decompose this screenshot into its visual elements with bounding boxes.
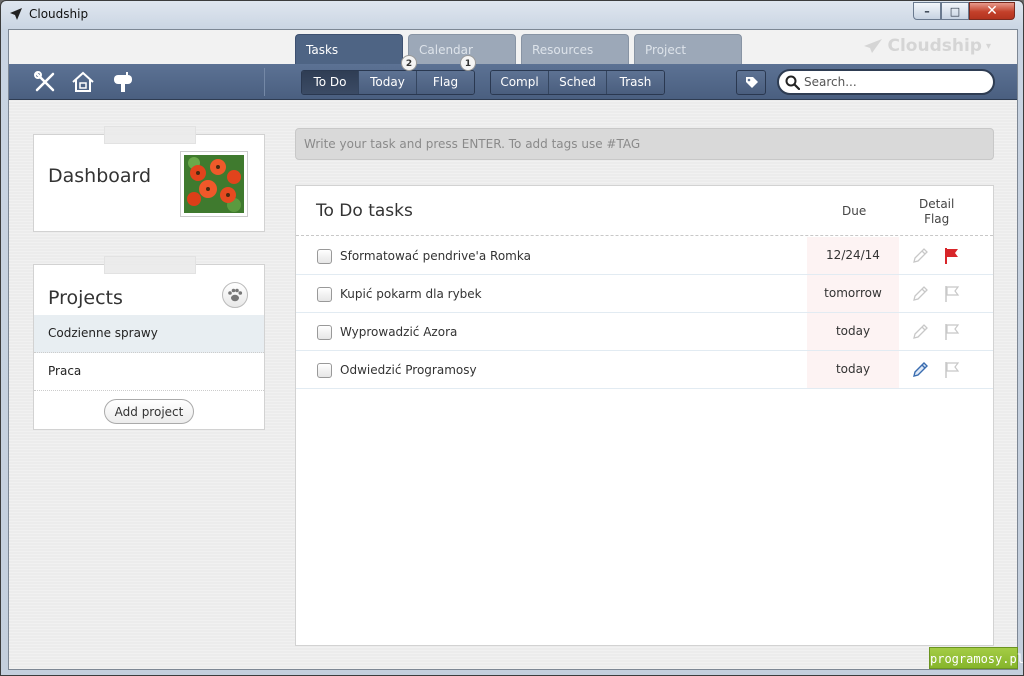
- task-text[interactable]: Sformatować pendrive'a Romka: [340, 249, 531, 263]
- due-column-header[interactable]: Due: [842, 204, 866, 218]
- project-icon-button[interactable]: [222, 282, 248, 308]
- tab-resources[interactable]: Resources: [521, 34, 629, 64]
- tags-button[interactable]: [736, 70, 766, 95]
- dashboard-title: Dashboard: [48, 165, 152, 187]
- red-flowers-photo: [184, 155, 244, 213]
- task-row[interactable]: Wyprowadzić Azora today: [296, 313, 993, 351]
- task-due-date[interactable]: today: [807, 351, 899, 388]
- project-label: Praca: [48, 364, 82, 378]
- task-checkbox[interactable]: [317, 249, 332, 264]
- task-due-date[interactable]: today: [807, 313, 899, 350]
- task-row[interactable]: Sformatować pendrive'a Romka 12/24/14: [296, 237, 993, 275]
- filter-segment: To Do Today Flag: [301, 70, 475, 95]
- projects-title: Projects: [48, 287, 123, 309]
- view-label: Trash: [619, 75, 652, 89]
- dashboard-image: [180, 151, 248, 217]
- paper-plane-icon: [10, 8, 22, 20]
- window-controls: – □ ✕: [913, 2, 1015, 20]
- window-title: Cloudship: [29, 7, 89, 21]
- task-text[interactable]: Odwiedzić Programosy: [340, 363, 477, 377]
- brand-name: Cloudship: [887, 36, 982, 56]
- pencil-icon[interactable]: [911, 285, 929, 303]
- tools-icon[interactable]: [33, 71, 57, 93]
- tag-icon: [746, 77, 758, 88]
- projects-card: Projects Codzienne sprawy Praca Add proj…: [33, 256, 265, 430]
- filter-today-button[interactable]: Today: [359, 71, 417, 94]
- tab-label: Tasks: [306, 43, 339, 57]
- watermark-logo: programosy.pl: [929, 647, 1024, 669]
- flag-icon[interactable]: [944, 323, 960, 341]
- task-text[interactable]: Kupić pokarm dla rybek: [340, 287, 482, 301]
- tab-label: Project: [645, 43, 687, 57]
- add-project-button[interactable]: Add project: [104, 399, 194, 424]
- task-due-date[interactable]: 12/24/14: [807, 237, 899, 274]
- tape-decoration: [104, 126, 196, 144]
- dashboard-card[interactable]: Dashboard: [33, 126, 265, 232]
- minimize-button[interactable]: –: [913, 2, 941, 20]
- new-task-input[interactable]: [295, 128, 994, 160]
- brand-logo[interactable]: Cloudship ▾: [863, 36, 991, 56]
- project-item-codzienne-sprawy[interactable]: Codzienne sprawy: [34, 315, 264, 353]
- view-trash-button[interactable]: Trash: [607, 71, 664, 94]
- filter-label: Today: [370, 75, 405, 89]
- tasks-title: To Do tasks: [316, 201, 413, 221]
- mailbox-icon[interactable]: [112, 71, 136, 93]
- view-label: Sched: [559, 75, 596, 89]
- view-completed-button[interactable]: Compl: [491, 71, 549, 94]
- toolbar-divider: [264, 68, 265, 96]
- detail-column-label: Detail: [919, 197, 955, 211]
- tab-project[interactable]: Project: [634, 34, 742, 64]
- app-window: Cloudship – □ ✕ Tasks Calendar Resources…: [0, 0, 1024, 676]
- main-tab-strip: Tasks Calendar Resources Project Cloudsh…: [9, 30, 1017, 64]
- view-segment: Compl Sched Trash: [490, 70, 665, 95]
- close-icon: ✕: [986, 3, 998, 19]
- maximize-button[interactable]: □: [941, 2, 969, 20]
- task-row[interactable]: Kupić pokarm dla rybek tomorrow: [296, 275, 993, 313]
- tasks-panel: To Do tasks Due Detail Flag Sformatować …: [295, 185, 994, 646]
- task-checkbox[interactable]: [317, 363, 332, 378]
- task-checkbox[interactable]: [317, 287, 332, 302]
- paw-icon: [228, 288, 243, 302]
- search-icon: [785, 75, 800, 90]
- flag-count-badge: 1: [460, 55, 476, 71]
- tab-tasks[interactable]: Tasks: [295, 34, 403, 64]
- filter-todo-button[interactable]: To Do: [302, 71, 359, 94]
- search-input[interactable]: [804, 74, 984, 90]
- minimize-icon: –: [924, 4, 930, 18]
- task-due-date[interactable]: tomorrow: [807, 275, 899, 312]
- task-checkbox[interactable]: [317, 325, 332, 340]
- main-toolbar: To Do Today Flag 2 1 Compl Sched Trash: [9, 55, 1017, 100]
- flag-icon[interactable]: [944, 247, 960, 265]
- pencil-icon[interactable]: [911, 361, 929, 379]
- close-button[interactable]: ✕: [969, 2, 1015, 20]
- home-icon[interactable]: [71, 71, 95, 93]
- today-count-badge: 2: [401, 55, 417, 71]
- project-item-praca[interactable]: Praca: [34, 353, 264, 391]
- tab-label: Resources: [532, 43, 594, 57]
- tasks-header: To Do tasks Due Detail Flag: [296, 186, 993, 236]
- flag-icon[interactable]: [944, 361, 960, 379]
- view-scheduled-button[interactable]: Sched: [549, 71, 607, 94]
- tape-decoration: [104, 256, 196, 274]
- pencil-icon[interactable]: [911, 247, 929, 265]
- flag-column-label: Flag: [924, 212, 950, 226]
- maximize-icon: □: [949, 4, 961, 18]
- task-text[interactable]: Wyprowadzić Azora: [340, 325, 457, 339]
- pencil-icon[interactable]: [911, 323, 929, 341]
- paper-plane-icon: [864, 39, 883, 53]
- title-bar[interactable]: Cloudship – □ ✕: [1, 1, 1023, 29]
- chevron-down-icon: ▾: [985, 40, 991, 52]
- search-box[interactable]: [777, 69, 995, 95]
- view-label: Compl: [500, 75, 539, 89]
- detail-flag-column-header[interactable]: Detail Flag: [919, 197, 954, 227]
- filter-label: To Do: [313, 75, 347, 89]
- flag-icon[interactable]: [944, 285, 960, 303]
- app-client-area: Tasks Calendar Resources Project Cloudsh…: [8, 29, 1018, 670]
- task-row[interactable]: Odwiedzić Programosy today: [296, 351, 993, 389]
- filter-flag-button[interactable]: Flag: [417, 71, 474, 94]
- filter-label: Flag: [432, 75, 459, 89]
- project-label: Codzienne sprawy: [48, 326, 158, 340]
